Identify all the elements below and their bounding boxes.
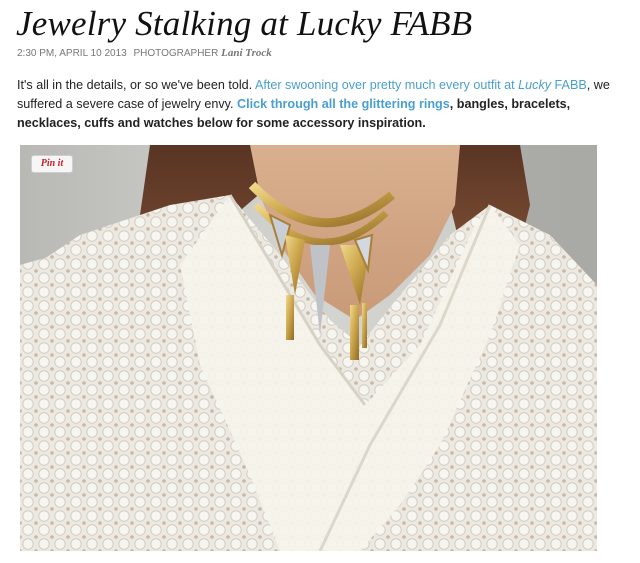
intro-text-1: It's all in the details, or so we've bee… — [17, 78, 255, 92]
pinterest-pin-button[interactable]: Pin it — [31, 155, 73, 173]
intro-link-lucky-fabb[interactable]: After swooning over pretty much every ou… — [255, 78, 587, 92]
article-intro: It's all in the details, or so we've bee… — [17, 76, 629, 133]
photo-woman-gold-necklace-icon — [20, 145, 597, 551]
timestamp: 2:30 PM, APRIL 10 2013 — [17, 48, 127, 59]
intro-link-rings[interactable]: Click through all the glittering rings — [237, 97, 450, 111]
intro-link-text-b: FABB — [551, 78, 587, 92]
article-photo[interactable] — [20, 145, 597, 551]
intro-link-text-a: After swooning over pretty much every ou… — [254, 78, 519, 92]
article-title: Jewelry Stalking at Lucky FABB — [16, 4, 473, 43]
intro-link-text-italic: Lucky — [518, 78, 552, 92]
article-meta: 2:30 PM, APRIL 10 2013 PHOTOGRAPHER Lani… — [17, 47, 272, 60]
author-link[interactable]: Lani Trock — [221, 47, 272, 59]
photographer-label: PHOTOGRAPHER — [133, 48, 219, 59]
